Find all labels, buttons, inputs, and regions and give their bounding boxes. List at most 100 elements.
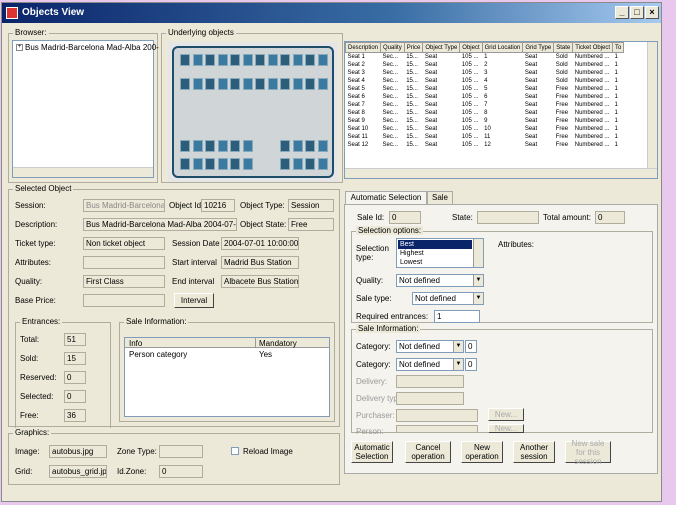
- table-row[interactable]: Seat 2 Sec... 15... Seat 105 ... 2 Seat Sold Num…: [346, 61, 624, 69]
- column-header[interactable]: Object Type: [422, 42, 461, 53]
- seat[interactable]: [280, 78, 290, 90]
- seat[interactable]: [192, 140, 203, 152]
- purchaser-field[interactable]: [396, 409, 478, 422]
- id-zone-field[interactable]: 0: [159, 465, 203, 478]
- attributes-field[interactable]: [83, 256, 165, 269]
- seat[interactable]: [192, 78, 203, 90]
- seat[interactable]: [230, 158, 240, 170]
- zone-type-field[interactable]: [159, 445, 203, 458]
- state-field[interactable]: [477, 211, 539, 224]
- column-header[interactable]: Object: [459, 42, 483, 53]
- description-field[interactable]: Bus Madrid-Barcelona Mad-Alba 2004-07-01…: [83, 218, 237, 231]
- category-count[interactable]: 0: [465, 340, 477, 353]
- grid-field[interactable]: autobus_grid.jpg: [49, 465, 107, 478]
- delivery-type-combo[interactable]: [396, 392, 464, 405]
- category-count-2[interactable]: 0: [465, 358, 477, 371]
- seat[interactable]: [192, 54, 203, 66]
- table-row[interactable]: Seat 1 Sec... 15... Seat 105 ... 1 Seat Sold Num…: [346, 53, 624, 61]
- table-row[interactable]: Seat 6 Sec... 15... Seat 105 ... 6 Seat Free Num…: [346, 93, 624, 101]
- tab-automatic-selection[interactable]: Automatic Selection: [345, 191, 427, 204]
- seat[interactable]: [217, 54, 228, 66]
- seat[interactable]: [180, 54, 190, 66]
- new-operation-button[interactable]: New operation: [461, 441, 503, 463]
- sale-info-row-mandatory[interactable]: Yes: [259, 350, 272, 359]
- selection-type-list[interactable]: Best Highest Lowest: [396, 238, 484, 268]
- start-interval-field[interactable]: Madrid Bus Station: [221, 256, 299, 269]
- end-interval-field[interactable]: Albacete Bus Station: [221, 275, 299, 288]
- table-hscrollbar[interactable]: [345, 168, 657, 178]
- sale-info-list[interactable]: Info Mandatory Person category Yes: [124, 337, 330, 417]
- seat[interactable]: [255, 54, 265, 66]
- total-field[interactable]: 51: [64, 333, 86, 346]
- seat[interactable]: [305, 78, 315, 90]
- selection-option-highest[interactable]: Highest: [398, 249, 472, 258]
- seat[interactable]: [205, 78, 215, 90]
- reload-checkbox[interactable]: [231, 447, 239, 455]
- table-row[interactable]: Seat 3 Sec... 15... Seat 105 ... 3 Seat Sold Num…: [346, 69, 624, 77]
- object-type-field[interactable]: Session: [288, 199, 334, 212]
- browser-hscrollbar[interactable]: [13, 167, 153, 177]
- another-session-button[interactable]: Another session: [513, 441, 555, 463]
- required-entrances-field[interactable]: 1: [434, 310, 480, 323]
- seat[interactable]: [217, 140, 228, 152]
- column-header[interactable]: Description: [345, 42, 382, 53]
- total-amount-field[interactable]: 0: [595, 211, 625, 224]
- reserved-field[interactable]: 0: [64, 371, 86, 384]
- tree-item[interactable]: Bus Madrid-Barcelona Mad-Alba 200-: [25, 43, 159, 52]
- column-header[interactable]: Ticket Object: [572, 42, 614, 53]
- table-row[interactable]: Seat 9 Sec... 15... Seat 105 ... 9 Seat Free Num…: [346, 117, 624, 125]
- chevron-down-icon[interactable]: ▼: [453, 341, 463, 352]
- column-header[interactable]: State: [553, 42, 574, 53]
- table-row[interactable]: Seat 11 Sec... 15... Seat 105 ... 11 Seat Free N…: [346, 133, 624, 141]
- selection-list-scrollbar[interactable]: [473, 239, 483, 267]
- selection-option-best[interactable]: Best: [398, 240, 472, 249]
- new-purchaser-button[interactable]: New...: [488, 408, 524, 421]
- seat[interactable]: [255, 78, 265, 90]
- seat[interactable]: [230, 140, 240, 152]
- sale-info-row-info[interactable]: Person category: [129, 350, 187, 359]
- object-state-field[interactable]: Free: [288, 218, 334, 231]
- automatic-selection-button[interactable]: Automatic Selection: [351, 441, 393, 463]
- column-header[interactable]: To: [612, 42, 625, 53]
- table-row[interactable]: Seat 7 Sec... 15... Seat 105 ... 7 Seat Free Num…: [346, 101, 624, 109]
- seat[interactable]: [305, 140, 315, 152]
- column-header[interactable]: Grid Location: [481, 42, 524, 53]
- sale-quality-combo[interactable]: Not defined: [396, 274, 484, 287]
- seat[interactable]: [180, 158, 190, 170]
- interval-button[interactable]: Interval: [174, 293, 214, 308]
- seat[interactable]: [242, 158, 253, 170]
- table-row[interactable]: Seat 8 Sec... 15... Seat 105 ... 8 Seat Free Num…: [346, 109, 624, 117]
- objects-table[interactable]: Description Quality Price Object Type Object…: [344, 41, 658, 179]
- sold-field[interactable]: 15: [64, 352, 86, 365]
- seat[interactable]: [292, 54, 303, 66]
- chevron-down-icon[interactable]: ▼: [473, 293, 483, 304]
- browser-tree[interactable]: + Bus Madrid-Barcelona Mad-Alba 200-: [12, 40, 159, 178]
- quality-field[interactable]: First Class: [83, 275, 165, 288]
- table-vscrollbar[interactable]: [647, 42, 657, 170]
- seat[interactable]: [267, 78, 278, 90]
- free-field[interactable]: 36: [64, 409, 86, 422]
- seat[interactable]: [205, 140, 215, 152]
- table-row[interactable]: Seat 5 Sec... 15... Seat 105 ... 5 Seat Free Num…: [346, 85, 624, 93]
- seat[interactable]: [242, 78, 253, 90]
- object-id-field[interactable]: 10216: [201, 199, 235, 212]
- seat[interactable]: [205, 158, 215, 170]
- ticket-type-field[interactable]: Non ticket object: [83, 237, 165, 250]
- seat[interactable]: [280, 140, 290, 152]
- table-row[interactable]: Seat 10 Sec... 15... Seat 105 ... 10 Seat Free N…: [346, 125, 624, 133]
- minimize-button[interactable]: _: [615, 6, 629, 19]
- column-header[interactable]: Price: [403, 42, 424, 53]
- column-header[interactable]: Grid Type: [522, 42, 555, 53]
- delivery-combo[interactable]: [396, 375, 464, 388]
- cancel-operation-button[interactable]: Cancel operation: [405, 441, 451, 463]
- person-field[interactable]: [396, 425, 478, 433]
- seat[interactable]: [280, 54, 290, 66]
- seat[interactable]: [230, 54, 240, 66]
- sale-id-field[interactable]: 0: [389, 211, 421, 224]
- close-button[interactable]: ×: [645, 6, 659, 19]
- selection-option-lowest[interactable]: Lowest: [398, 258, 472, 267]
- expand-icon[interactable]: +: [16, 44, 23, 51]
- seat[interactable]: [305, 158, 315, 170]
- seat[interactable]: [292, 158, 303, 170]
- seat[interactable]: [192, 158, 203, 170]
